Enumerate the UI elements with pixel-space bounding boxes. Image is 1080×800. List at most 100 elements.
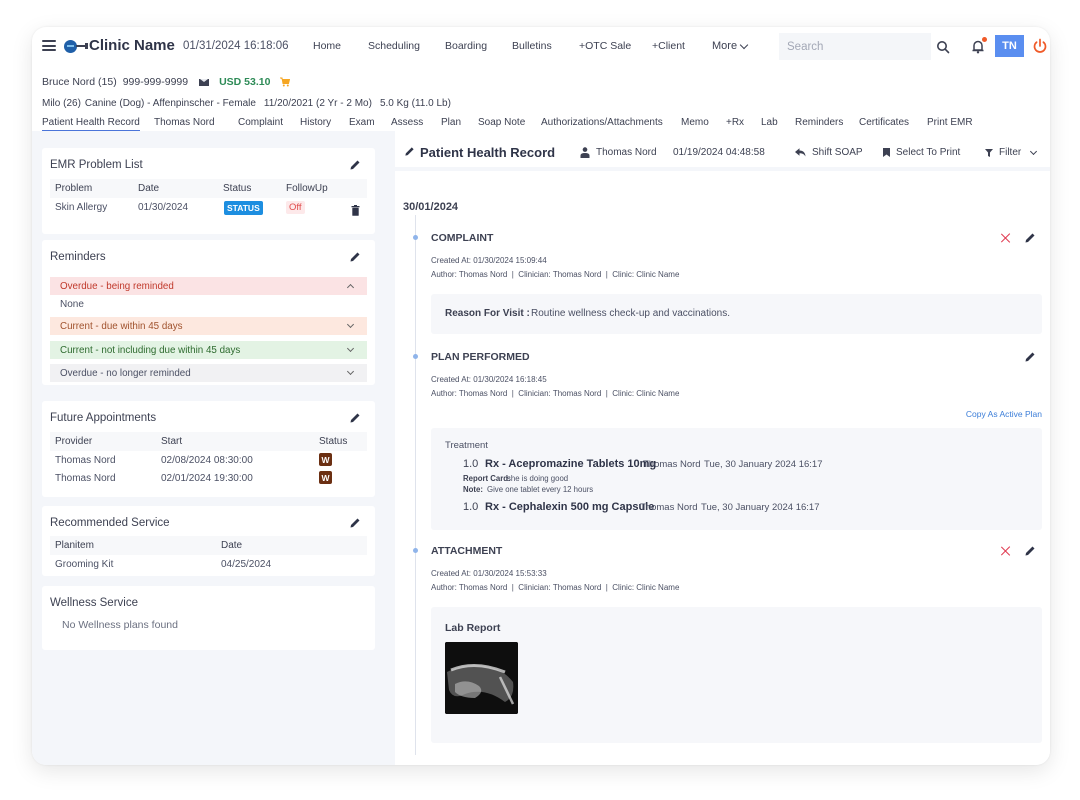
reminder-group-current-not-due-45[interactable]: Current - not including due within 45 da…: [50, 341, 367, 359]
hamburger-icon[interactable]: [42, 40, 56, 51]
report-card-value: she is doing good: [507, 474, 569, 483]
current-datetime: 01/31/2024 16:18:06: [183, 40, 289, 52]
column-header: Status: [223, 183, 252, 194]
appointment-provider: Thomas Nord: [55, 473, 116, 484]
pencil-icon[interactable]: [349, 251, 361, 263]
table-header: Planitem Date: [50, 536, 367, 555]
entry-created-at: Created At: 01/30/2024 16:18:45: [431, 375, 547, 384]
search-icon[interactable]: [936, 40, 950, 54]
trash-icon[interactable]: [351, 205, 360, 216]
tab-certificates[interactable]: Certificates: [859, 117, 909, 128]
appointment-start: 02/08/2024 08:30:00: [161, 455, 253, 466]
reminder-group-overdue-being-reminded[interactable]: Overdue - being reminded: [50, 277, 367, 295]
chevron-down-icon: [739, 40, 749, 49]
tab-print-emr[interactable]: Print EMR: [927, 117, 973, 128]
pencil-icon[interactable]: [404, 146, 415, 157]
nav-more-dropdown[interactable]: More: [712, 40, 749, 52]
reminder-group-label: Current - due within 45 days: [60, 320, 183, 332]
status-badge[interactable]: STATUS: [224, 201, 263, 215]
clinic-logo-icon: [64, 39, 90, 53]
tab-patient-health-record[interactable]: Patient Health Record: [42, 117, 140, 132]
notification-dot: [982, 37, 987, 42]
reminder-group-current-due-45[interactable]: Current - due within 45 days: [50, 317, 367, 335]
timeline-line: [415, 215, 416, 755]
pencil-icon[interactable]: [349, 412, 361, 424]
patient-health-record-panel: Patient Health Record Thomas Nord 01/19/…: [395, 131, 1050, 765]
card-title: EMR Problem List: [50, 159, 143, 171]
entry-meta: Author: Thomas Nord | Clinician: Thomas …: [431, 389, 680, 398]
tab-complaint[interactable]: Complaint: [238, 117, 283, 128]
pencil-icon[interactable]: [1024, 232, 1036, 244]
chevron-down-icon: [1030, 147, 1038, 155]
treatment-datetime: Tue, 30 January 2024 16:17: [701, 502, 820, 513]
nav-scheduling[interactable]: Scheduling: [368, 40, 420, 52]
user-avatar-button[interactable]: TN: [995, 35, 1024, 57]
treatment-label: Treatment: [445, 440, 488, 451]
nav-bulletins[interactable]: Bulletins: [512, 40, 552, 52]
shift-soap-button[interactable]: Shift SOAP: [795, 147, 863, 158]
tab-exam[interactable]: Exam: [349, 117, 375, 128]
filter-icon: [985, 148, 993, 157]
tab-authorizations-attachments[interactable]: Authorizations/Attachments: [541, 117, 663, 128]
table-header: Problem Date Status FollowUp: [50, 179, 367, 198]
patient-info: Milo (26) Canine (Dog) - Affenpinscher -…: [42, 98, 459, 109]
attachment-box: Lab Report: [431, 607, 1042, 743]
power-icon[interactable]: [1032, 38, 1048, 54]
copy-as-active-plan-link[interactable]: Copy As Active Plan: [966, 409, 1042, 419]
search-input[interactable]: [779, 33, 931, 60]
tab-soap-note[interactable]: Soap Note: [478, 117, 525, 128]
followup-badge[interactable]: Off: [286, 201, 305, 214]
reminders-card: Reminders Overdue - being reminded None …: [42, 240, 375, 385]
entry-title: ATTACHMENT: [431, 545, 503, 557]
record-tabs: Patient Health Record Thomas Nord Compla…: [32, 114, 1050, 132]
pencil-icon[interactable]: [1024, 351, 1036, 363]
record-datetime: 01/19/2024 04:48:58: [673, 147, 765, 158]
pencil-icon[interactable]: [349, 517, 361, 529]
treatment-box: Treatment 1.0 Rx - Acepromazine Tablets …: [431, 428, 1042, 530]
chevron-down-icon: [346, 320, 355, 329]
pencil-icon[interactable]: [349, 159, 361, 171]
top-bar: Clinic Name 01/31/2024 16:18:06 Home Sch…: [32, 27, 1050, 65]
future-appointments-card: Future Appointments Provider Start Statu…: [42, 401, 375, 497]
close-icon[interactable]: [1001, 546, 1011, 556]
tab-thomas-nord[interactable]: Thomas Nord: [154, 117, 215, 128]
treatment-qty: 1.0: [463, 458, 479, 470]
client-name[interactable]: Bruce Nord (15): [42, 76, 117, 88]
envelope-icon[interactable]: [199, 78, 210, 86]
tab-reminders[interactable]: Reminders: [795, 117, 843, 128]
card-title: Wellness Service: [50, 597, 138, 609]
report-card-label: Report Card:: [463, 474, 511, 483]
timeline-dot: [413, 354, 418, 359]
reminder-group-label: Current - not including due within 45 da…: [60, 344, 241, 356]
problem-date: 01/30/2024: [138, 202, 189, 213]
nav-home[interactable]: Home: [313, 40, 341, 52]
chevron-up-icon: [346, 283, 355, 292]
nav-add-client[interactable]: +Client: [652, 40, 685, 52]
select-to-print-button[interactable]: Select To Print: [883, 147, 960, 158]
tab-assess[interactable]: Assess: [391, 117, 423, 128]
reason-label: Reason For Visit :: [445, 308, 530, 319]
treatment-provider: Thomas Nord: [643, 459, 701, 470]
entry-title: PLAN PERFORMED: [431, 351, 530, 363]
nav-otc-sale[interactable]: +OTC Sale: [579, 40, 631, 52]
tab-memo[interactable]: Memo: [681, 117, 709, 128]
close-icon[interactable]: [1001, 233, 1011, 243]
x-ray-image[interactable]: [445, 642, 518, 714]
pencil-icon[interactable]: [1024, 545, 1036, 557]
timeline-dot: [413, 548, 418, 553]
tab-lab[interactable]: Lab: [761, 117, 778, 128]
cart-icon[interactable]: [280, 77, 291, 87]
record-provider-name: Thomas Nord: [596, 147, 657, 158]
patient-weight: 5.0 Kg (11.0 Lb): [379, 98, 451, 109]
tab-history[interactable]: History: [300, 117, 331, 128]
patient-species-breed: Canine (Dog) - Affenpinscher - Female: [84, 98, 256, 109]
filter-dropdown[interactable]: Filter: [985, 147, 1038, 158]
appointment-status-badge[interactable]: W: [319, 471, 332, 484]
appointment-status-badge[interactable]: W: [319, 453, 332, 466]
column-header: FollowUp: [286, 183, 328, 194]
select-to-print-label: Select To Print: [896, 147, 961, 158]
reminder-group-overdue-no-longer[interactable]: Overdue - no longer reminded: [50, 364, 367, 382]
nav-boarding[interactable]: Boarding: [445, 40, 487, 52]
tab-plan[interactable]: Plan: [441, 117, 461, 128]
tab-add-rx[interactable]: +Rx: [726, 117, 744, 128]
